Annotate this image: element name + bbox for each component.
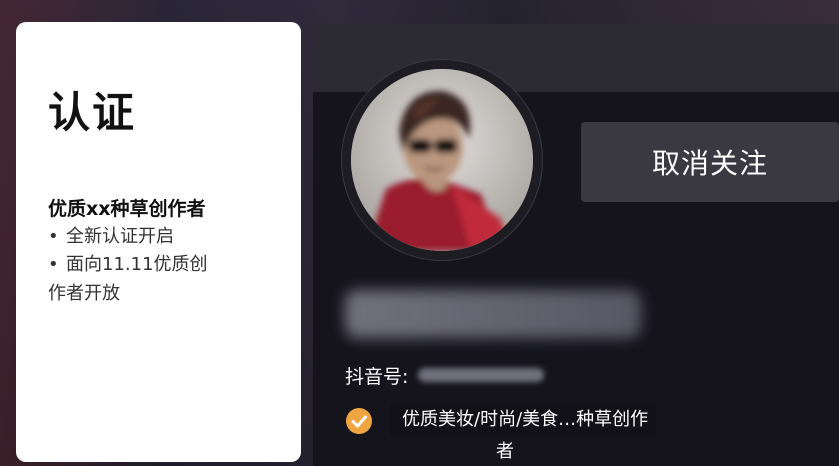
- avatar-ring: [342, 60, 542, 260]
- bullet-dot-icon: •: [48, 225, 59, 247]
- blurred-douyin-id: [418, 368, 545, 382]
- card-subtitle: 优质xx种草创作者: [48, 198, 206, 220]
- unfollow-button[interactable]: 取消关注: [581, 122, 839, 202]
- check-icon: [346, 408, 372, 434]
- bullet-item: • 全新认证开启: [48, 223, 271, 252]
- certification-card: 认证 优质xx种草创作者 • 全新认证开启 • 面向11.11优质创 作者开放: [16, 22, 301, 462]
- bullet-text: 面向11.11优质创: [66, 254, 208, 276]
- bullet-continuation: 作者开放: [48, 283, 120, 305]
- certification-text-line1: 优质美妆/时尚/美食…种草创作: [390, 404, 657, 437]
- blurred-username: [345, 290, 641, 338]
- bullet-item: • 面向11.11优质创: [48, 251, 271, 280]
- certification-text: 优质美妆/时尚/美食…种草创作 者: [390, 404, 710, 466]
- douyin-id-label: 抖音号:: [345, 365, 409, 388]
- bullet-dot-icon: •: [48, 254, 59, 276]
- avatar-portrait: [351, 69, 533, 251]
- profile-panel: 取消关注 抖音号: 优质美妆/时尚/美食…种草创作 者: [313, 24, 839, 466]
- certification-text-line2: 者: [496, 441, 514, 463]
- douyin-id-row: 抖音号:: [345, 360, 545, 390]
- avatar[interactable]: [351, 69, 533, 251]
- card-title: 认证: [48, 88, 137, 137]
- bullet-text: 全新认证开启: [66, 225, 174, 247]
